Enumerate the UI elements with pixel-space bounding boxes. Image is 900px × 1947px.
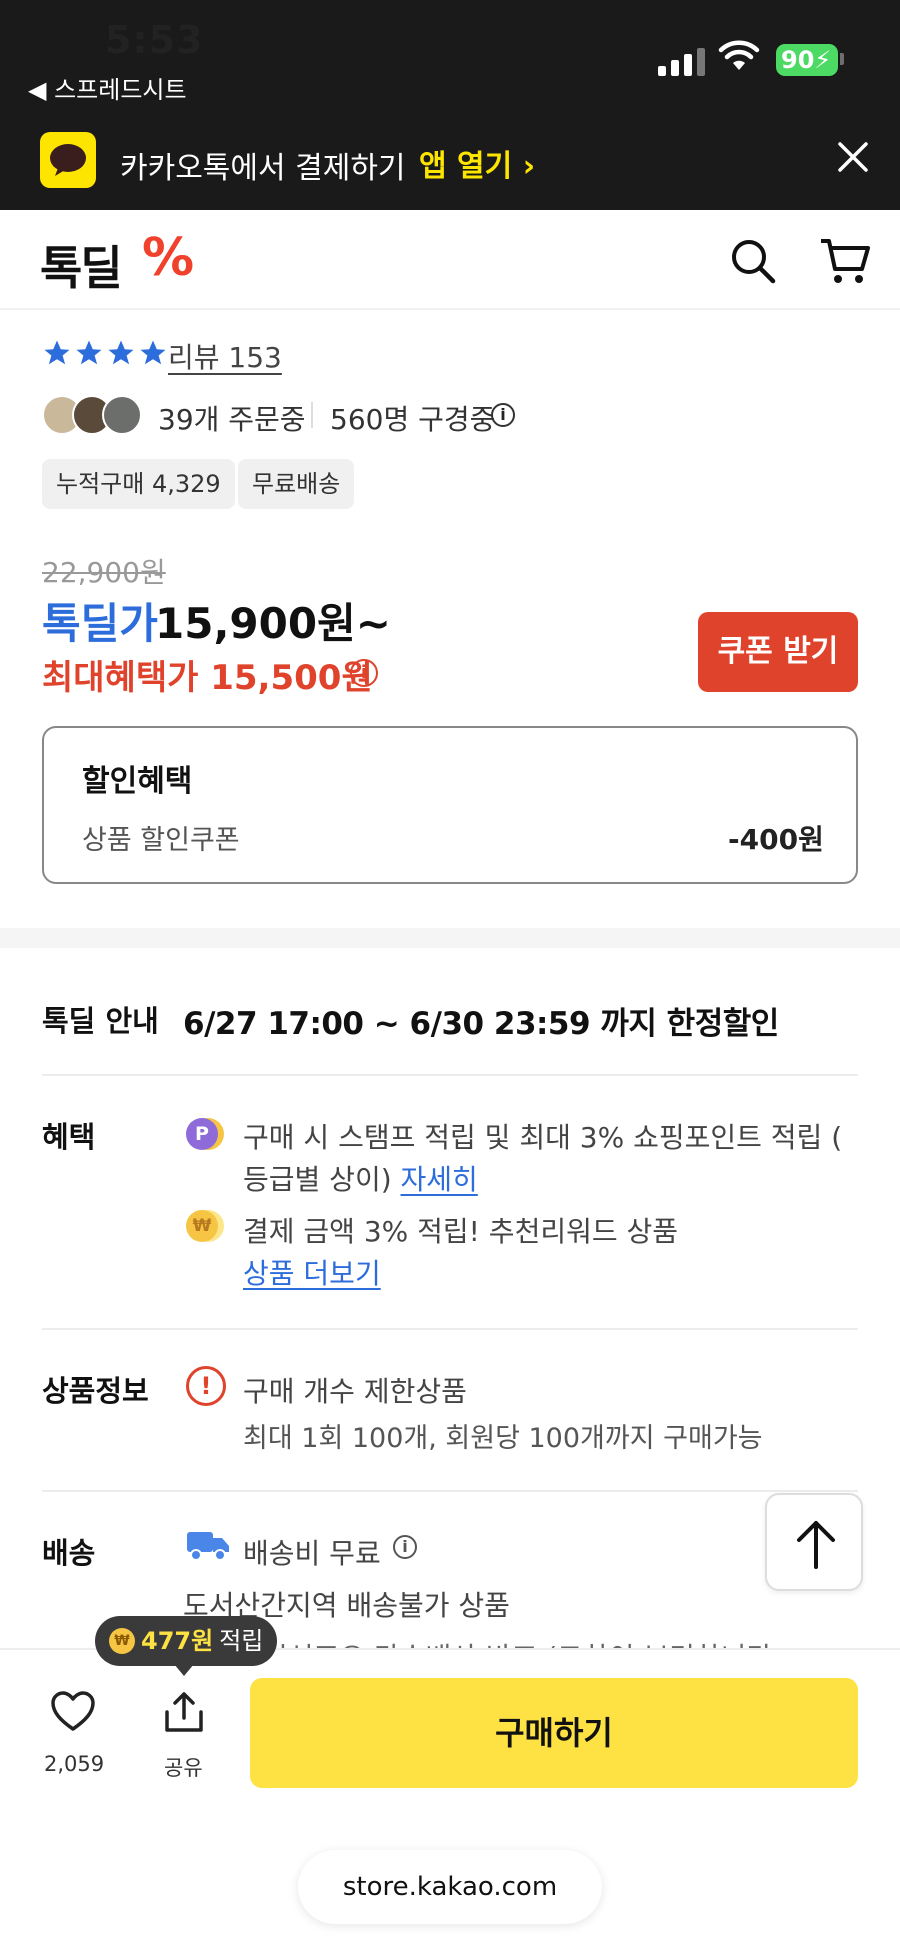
reward-amount: 477원 — [141, 1627, 214, 1655]
info-icon[interactable]: i — [350, 659, 378, 687]
wifi-icon — [718, 40, 760, 78]
benefit-line: 등급별 상이) 자세히 — [243, 1158, 478, 1198]
benefit-label: 혜택 — [42, 1120, 96, 1154]
star-icon — [44, 340, 70, 365]
get-coupon-button[interactable]: 쿠폰 받기 — [698, 612, 858, 692]
section-divider — [0, 928, 900, 948]
star-icon — [108, 340, 134, 365]
more-products-link[interactable]: 상품 더보기 — [243, 1252, 381, 1292]
rating-stars — [42, 338, 168, 368]
reward-tooltip: ₩ 477원 적립 — [95, 1616, 278, 1666]
share-label: 공유 — [164, 1756, 203, 1780]
battery-tip — [840, 53, 844, 65]
benefit-text: 등급별 상이) — [243, 1163, 401, 1196]
divider — [42, 1074, 858, 1076]
shipping-fee: 배송비 무료 — [243, 1537, 381, 1570]
free-shipping-tag: 무료배송 — [238, 459, 355, 509]
product-info-label: 상품정보 — [42, 1374, 149, 1408]
point-icon: P — [186, 1118, 218, 1150]
won-coin-icon: ₩ — [109, 1628, 135, 1654]
truck-icon — [186, 1528, 230, 1566]
banner-text: 카카오톡에서 결제하기 — [120, 151, 406, 186]
tooltip-arrow — [174, 1664, 194, 1676]
purchase-limit-title: 구매 개수 제한상품 — [243, 1375, 467, 1408]
star-icon — [76, 340, 102, 365]
won-coin-icon: ₩ — [186, 1210, 218, 1242]
logo-mark: % — [142, 228, 195, 288]
divider — [311, 402, 313, 428]
browser-url-bar[interactable]: store.kakao.com — [298, 1850, 602, 1924]
warning-icon: ! — [186, 1366, 226, 1406]
purchase-limit-detail: 최대 1회 100개, 회원당 100개까지 구매가능 — [243, 1423, 763, 1454]
like-count: 2,059 — [44, 1752, 105, 1776]
deal-price: 15,900원~ — [155, 599, 391, 648]
kakaotalk-icon — [40, 132, 96, 188]
deal-info-text: 6/27 17:00 ~ 6/30 23:59 까지 한정할인 — [183, 1006, 779, 1042]
reward-line: 결제 금액 3% 적립! 추천리워드 상품 — [243, 1215, 679, 1248]
reward-suffix: 적립 — [219, 1627, 264, 1655]
discount-amount: -400원 — [728, 823, 824, 856]
divider — [42, 1490, 858, 1492]
order-count: 39개 주문중 — [158, 403, 306, 436]
avatar — [102, 395, 142, 435]
original-price: 22,900원 — [42, 556, 166, 589]
info-icon[interactable]: i — [393, 1535, 417, 1559]
logo[interactable]: 톡딜 — [40, 232, 123, 298]
buy-button[interactable]: 구매하기 — [250, 1678, 858, 1788]
deal-info-label: 톡딜 안내 — [42, 1004, 159, 1038]
discount-title: 할인혜택 — [82, 764, 193, 799]
max-benefit-price: 최대혜택가 15,500원 — [42, 658, 373, 698]
buyer-avatars — [42, 395, 142, 435]
shipping-label: 배송 — [42, 1536, 96, 1570]
star-icon — [140, 340, 166, 365]
deal-price-label: 톡딜가 — [42, 599, 158, 648]
battery-icon: 90⚡ — [776, 44, 838, 76]
info-icon[interactable]: i — [491, 403, 515, 427]
close-icon[interactable] — [836, 140, 870, 178]
cumulative-purchase-tag: 누적구매 4,329 — [42, 459, 235, 509]
status-time: 5:53 — [105, 18, 204, 62]
discount-item-label: 상품 할인쿠폰 — [82, 825, 240, 856]
share-icon[interactable] — [162, 1690, 206, 1738]
open-app-link[interactable]: 앱 열기 › — [419, 141, 535, 185]
scroll-to-top-button[interactable] — [765, 1493, 863, 1591]
review-count-link[interactable]: 리뷰 153 — [168, 336, 282, 376]
details-link[interactable]: 자세히 — [401, 1163, 478, 1196]
search-icon[interactable] — [728, 236, 778, 290]
cellular-signal-icon — [658, 46, 705, 76]
back-to-app-link[interactable]: ◀ 스프레드시트 — [28, 70, 187, 105]
divider — [42, 1328, 858, 1330]
viewer-count: 560명 구경중 — [330, 403, 496, 436]
cart-icon[interactable] — [818, 236, 872, 290]
benefit-line: 구매 시 스탬프 적립 및 최대 3% 쇼핑포인트 적립 ( — [243, 1121, 843, 1154]
heart-icon[interactable] — [50, 1690, 96, 1736]
discount-box — [42, 726, 858, 884]
